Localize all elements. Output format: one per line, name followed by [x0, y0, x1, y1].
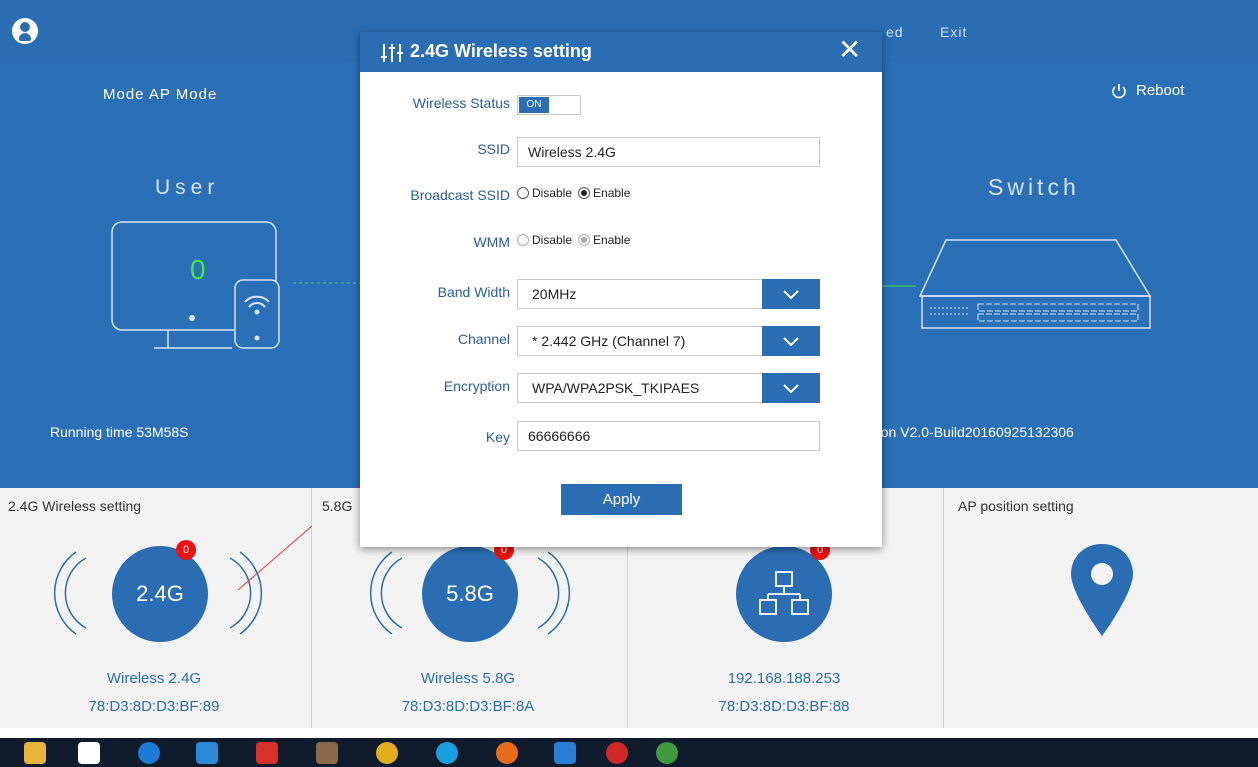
- switch-icon: [918, 239, 1152, 329]
- reboot-button[interactable]: Reboot: [1108, 80, 1208, 104]
- settings-sliders-icon: [381, 44, 403, 62]
- running-time: Running time 53M58S: [50, 424, 189, 440]
- wave-left-icon: [369, 551, 403, 635]
- encryption-value: WPA/WPA2PSK_TKIPAES: [532, 380, 700, 396]
- skype-icon[interactable]: [436, 742, 458, 764]
- reboot-label: Reboot: [1136, 82, 1185, 99]
- network-icon: [759, 571, 809, 615]
- channel-label: Channel: [457, 331, 510, 347]
- close-icon[interactable]: ✕: [838, 36, 861, 64]
- mode-text: Mode AP Mode: [103, 86, 218, 103]
- broadcast-disable-radio[interactable]: [517, 187, 529, 199]
- user-title: User: [155, 176, 220, 199]
- wmm-options: Disable Enable: [517, 233, 630, 247]
- bandwidth-label: Band Width: [437, 284, 510, 300]
- app-icon[interactable]: [138, 742, 160, 764]
- broadcast-ssid-label: Broadcast SSID: [410, 187, 510, 203]
- channel-select[interactable]: * 2.442 GHz (Channel 7): [517, 326, 820, 356]
- chevron-down-icon: [783, 384, 799, 394]
- app-icon[interactable]: [316, 742, 338, 764]
- tile-title: 5.8G: [322, 498, 353, 514]
- system-tray-icon[interactable]: [1124, 742, 1214, 764]
- tile-mac: 78:D3:8D:D3:BF:88: [718, 698, 850, 715]
- store-icon[interactable]: [78, 742, 100, 764]
- tile-mac: 78:D3:8D:D3:BF:89: [88, 698, 220, 715]
- tile-circle: 2.4G: [112, 546, 208, 642]
- taskbar: [0, 738, 1258, 767]
- broadcast-disable-label: Disable: [532, 186, 573, 200]
- nav-exit[interactable]: Exit: [940, 24, 967, 40]
- chevron-down-icon: [783, 337, 799, 347]
- ssid-input[interactable]: Wireless 2.4G: [517, 137, 820, 167]
- tile-badge: 0: [176, 540, 196, 560]
- wireless-status-toggle[interactable]: ON: [517, 95, 581, 115]
- file-explorer-icon[interactable]: [24, 742, 46, 764]
- key-label: Key: [485, 429, 510, 445]
- connector-line-right: [880, 285, 916, 287]
- bandwidth-value: 20MHz: [532, 286, 577, 302]
- wireless-setting-dialog: 2.4G Wireless setting ✕ Wireless Status …: [360, 32, 882, 547]
- app-icon[interactable]: [554, 742, 576, 764]
- location-pin-icon: [1071, 544, 1133, 636]
- bandwidth-dropdown-button[interactable]: [762, 279, 820, 309]
- tile-title: AP position setting: [958, 498, 1074, 514]
- switch-title: Switch: [988, 174, 1080, 200]
- channel-dropdown-button[interactable]: [762, 326, 820, 356]
- user-avatar-icon[interactable]: [12, 18, 38, 44]
- apply-button[interactable]: Apply: [561, 484, 682, 515]
- tile-mac: 78:D3:8D:D3:BF:8A: [401, 698, 535, 715]
- toggle-on-state: ON: [519, 97, 549, 113]
- channel-value: * 2.442 GHz (Channel 7): [532, 333, 686, 349]
- broadcast-ssid-options: Disable Enable: [517, 186, 630, 200]
- tile-name: Wireless 5.8G: [420, 670, 516, 687]
- tile-circle: [736, 546, 832, 642]
- broadcast-enable-radio[interactable]: [578, 187, 591, 199]
- wmm-enable-label: Enable: [593, 233, 631, 247]
- connector-line: [293, 282, 363, 284]
- wmm-disable-radio[interactable]: [517, 234, 529, 246]
- tile-ap-position[interactable]: AP position setting: [944, 488, 1258, 728]
- chevron-down-icon: [783, 290, 799, 300]
- wmm-label: WMM: [473, 234, 510, 250]
- encryption-label: Encryption: [443, 378, 510, 394]
- tile-wireless-24g[interactable]: 2.4G Wireless setting 2.4G 0 Wireless 2.…: [0, 473, 373, 728]
- firmware-version: rsion V2.0-Build20160925132306: [866, 424, 1074, 440]
- encryption-dropdown-button[interactable]: [762, 373, 820, 403]
- wave-right-icon: [537, 551, 571, 635]
- wireless-status-label: Wireless Status: [412, 95, 510, 111]
- key-input[interactable]: 66666666: [517, 421, 820, 451]
- app-icon[interactable]: [256, 742, 278, 764]
- power-icon: [1112, 84, 1126, 99]
- dialog-header: 2.4G Wireless setting ✕: [360, 32, 882, 72]
- chrome-icon[interactable]: [376, 742, 398, 764]
- encryption-select[interactable]: WPA/WPA2PSK_TKIPAES: [517, 373, 820, 403]
- tile-name: Wireless 2.4G: [106, 670, 202, 687]
- app-icon[interactable]: [606, 742, 628, 764]
- tile-name: 192.168.188.253: [727, 670, 841, 687]
- firefox-icon[interactable]: [496, 742, 518, 764]
- phone-wifi-icon: [234, 279, 280, 349]
- ssid-label: SSID: [477, 141, 510, 157]
- dialog-title: 2.4G Wireless setting: [410, 41, 592, 61]
- tile-title: 2.4G Wireless setting: [8, 498, 142, 514]
- wave-left-icon: [53, 551, 87, 635]
- tile-circle: 5.8G: [422, 546, 518, 642]
- broadcast-enable-label: Enable: [593, 186, 631, 200]
- user-count: 0: [190, 254, 206, 285]
- wmm-disable-label: Disable: [532, 233, 573, 247]
- bandwidth-select[interactable]: 20MHz: [517, 279, 820, 309]
- app-icon[interactable]: [196, 742, 218, 764]
- wechat-icon[interactable]: [656, 742, 678, 764]
- wmm-enable-radio[interactable]: [578, 234, 591, 246]
- nav-menu-partial[interactable]: ed: [886, 24, 904, 40]
